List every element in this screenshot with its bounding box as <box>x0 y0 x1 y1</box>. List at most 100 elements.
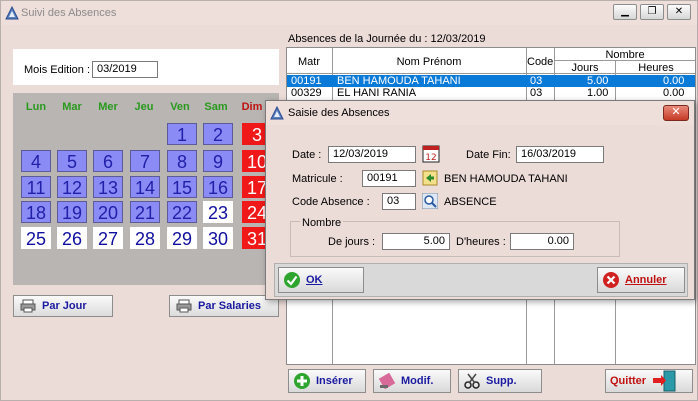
day-header: Ven <box>170 101 190 113</box>
col-header-code: Code <box>527 56 554 68</box>
date-field[interactable]: 12/03/2019 <box>328 146 416 163</box>
code-label: Code Absence : <box>292 196 370 208</box>
cell-nom: BEN HAMOUDA TAHANI <box>337 75 461 87</box>
day-cell[interactable]: 26 <box>57 227 87 249</box>
annuler-button[interactable]: Annuler <box>597 267 685 293</box>
ok-label: OK <box>306 274 323 286</box>
printer-icon <box>176 299 192 313</box>
day-cell[interactable]: 16 <box>203 176 233 198</box>
close-button[interactable]: ✕ <box>667 4 691 20</box>
title-bar: Suivi des Absences ▁ ❐ ✕ <box>1 1 697 25</box>
heures-field[interactable]: 0.00 <box>510 233 574 250</box>
saisie-dialog: Saisie des Absences ✕ Date : 12/03/2019 … <box>265 100 695 300</box>
scissors-icon <box>464 373 480 389</box>
mois-label: Mois Edition : <box>24 64 91 76</box>
close-icon: ✕ <box>671 106 681 118</box>
absences-title: Absences de la Journée du : 12/03/2019 <box>288 33 486 45</box>
header-divider <box>287 73 695 74</box>
day-cell[interactable]: 8 <box>167 150 197 172</box>
cell-matr: 00329 <box>291 87 322 99</box>
day-header: Sam <box>204 101 228 113</box>
code-field[interactable]: 03 <box>382 193 416 210</box>
cell-heures: 0.00 <box>663 75 685 87</box>
day-cell[interactable]: 6 <box>93 150 123 172</box>
cell-matr: 00191 <box>291 75 322 87</box>
date-fin-field[interactable]: 16/03/2019 <box>516 146 604 163</box>
day-cell[interactable]: 4 <box>21 150 51 172</box>
day-cell[interactable]: 5 <box>57 150 87 172</box>
mois-input[interactable]: 03/2019 <box>92 61 158 78</box>
table-row[interactable]: 00329 EL HANI RANIA 03 1.00 0.00 <box>287 87 695 99</box>
cell-jours: 5.00 <box>587 75 609 87</box>
par-salaries-label: Par Salaries <box>198 300 261 312</box>
jours-field[interactable]: 5.00 <box>382 233 450 250</box>
day-header: Jeu <box>134 101 154 113</box>
col-header-nom: Nom Prénom <box>396 56 462 68</box>
restore-icon: ❐ <box>647 6 657 17</box>
heures-label: D'heures : <box>456 236 506 248</box>
day-cell[interactable]: 13 <box>93 176 123 198</box>
matricule-field[interactable]: 00191 <box>362 170 416 187</box>
header-subdivider <box>555 60 695 61</box>
quitter-label: Quitter <box>610 375 647 387</box>
day-cell[interactable]: 27 <box>93 227 123 249</box>
inserer-button[interactable]: Insérer <box>288 369 366 393</box>
table-row[interactable]: 00191 BEN HAMOUDA TAHANI 03 5.00 0.00 <box>287 75 695 87</box>
day-cell[interactable]: 12 <box>57 176 87 198</box>
restore-button[interactable]: ❐ <box>640 4 664 20</box>
day-cell[interactable]: 7 <box>130 150 160 172</box>
window-title: Suivi des Absences <box>21 7 117 19</box>
day-header: Lun <box>25 101 47 113</box>
day-cell[interactable]: 1 <box>167 123 197 145</box>
col-header-matr: Matr <box>298 56 320 68</box>
day-cell[interactable]: 20 <box>93 201 123 223</box>
day-cell[interactable]: 14 <box>130 176 160 198</box>
inserer-label: Insérer <box>316 375 353 387</box>
ok-button[interactable]: OK <box>278 267 364 293</box>
day-cell[interactable]: 28 <box>130 227 160 249</box>
code-name: ABSENCE <box>444 196 497 208</box>
par-jour-button[interactable]: Par Jour <box>13 295 113 317</box>
cell-code: 03 <box>530 87 543 99</box>
day-cell[interactable]: 25 <box>21 227 51 249</box>
employee-name: BEN HAMOUDA TAHANI <box>444 173 568 185</box>
supprimer-button[interactable]: Supp. <box>458 369 542 393</box>
dialog-title: Saisie des Absences <box>288 107 390 119</box>
nombre-group-label: Nombre <box>300 217 344 229</box>
edit-icon <box>378 372 396 390</box>
day-cell[interactable]: 30 <box>203 227 233 249</box>
day-cell[interactable]: 9 <box>203 150 233 172</box>
app-icon <box>270 106 284 120</box>
jours-label: De jours : <box>328 236 376 248</box>
calendar-icon[interactable]: 12 <box>422 145 440 163</box>
day-cell[interactable]: 29 <box>167 227 197 249</box>
search-icon[interactable] <box>422 193 438 209</box>
day-cell[interactable]: 2 <box>203 123 233 145</box>
day-header: Mar <box>62 101 82 113</box>
cell-nom: EL HANI RANIA <box>337 87 417 99</box>
dialog-button-bar: OK Annuler <box>274 263 688 297</box>
cell-jours: 1.00 <box>587 87 609 99</box>
par-salaries-button[interactable]: Par Salaries <box>169 295 279 317</box>
modifier-button[interactable]: Modif. <box>373 369 451 393</box>
dialog-close-button[interactable]: ✕ <box>663 105 689 121</box>
cell-heures: 0.00 <box>663 87 685 99</box>
dialog-title-bar: Saisie des Absences ✕ <box>266 101 694 125</box>
quitter-button[interactable]: Quitter <box>605 369 693 393</box>
day-cell[interactable]: 19 <box>57 201 87 223</box>
day-header: Mer <box>98 101 118 113</box>
exit-door-icon <box>653 370 676 392</box>
svg-text:12: 12 <box>425 153 436 163</box>
cancel-icon <box>603 272 619 288</box>
lookup-icon[interactable] <box>422 170 438 186</box>
day-cell[interactable]: 21 <box>130 201 160 223</box>
app-icon <box>5 6 19 20</box>
day-cell[interactable]: 18 <box>21 201 51 223</box>
day-cell[interactable]: 22 <box>167 201 197 223</box>
printer-icon <box>20 299 36 313</box>
day-cell[interactable]: 23 <box>203 201 233 223</box>
par-jour-label: Par Jour <box>42 300 87 312</box>
minimize-button[interactable]: ▁ <box>613 4 637 20</box>
day-cell[interactable]: 15 <box>167 176 197 198</box>
day-cell[interactable]: 11 <box>21 176 51 198</box>
